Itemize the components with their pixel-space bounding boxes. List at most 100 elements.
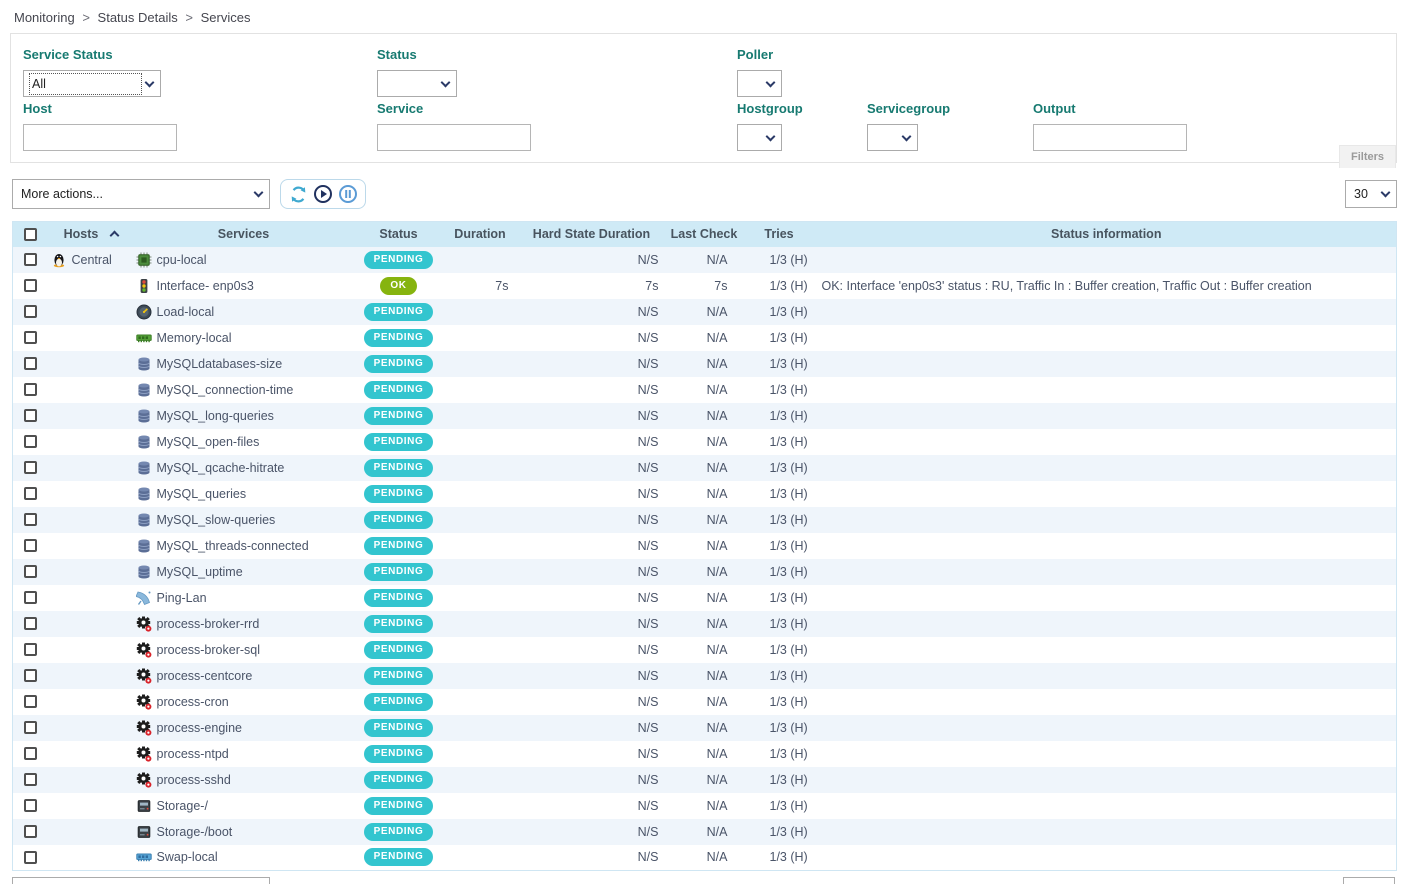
servicegroup-select[interactable] [867, 124, 918, 151]
service-link[interactable]: Storage-/ [157, 799, 208, 813]
hostgroup-select[interactable] [737, 124, 782, 151]
service-link[interactable]: process-broker-rrd [157, 617, 260, 631]
host-cell [49, 455, 134, 481]
column-header-duration[interactable]: Duration [444, 222, 517, 247]
status-information-cell [817, 247, 1397, 273]
row-checkbox[interactable] [24, 279, 37, 292]
refresh-icon[interactable] [288, 184, 308, 204]
row-checkbox-cell [13, 325, 49, 351]
service-link[interactable]: process-broker-sql [157, 643, 261, 657]
service-cell: Load-local [134, 299, 354, 325]
service-cell: process-broker-rrd [134, 611, 354, 637]
row-checkbox[interactable] [24, 825, 37, 838]
status-select[interactable] [377, 70, 457, 97]
row-checkbox[interactable] [24, 435, 37, 448]
service-link[interactable]: MySQL_long-queries [157, 409, 274, 423]
row-checkbox[interactable] [24, 539, 37, 552]
service-link[interactable]: Load-local [157, 305, 215, 319]
tries-cell: 1/3 (H) [742, 819, 817, 845]
hard-state-duration-cell: N/S [517, 351, 667, 377]
bottom-more-actions-select[interactable] [12, 877, 270, 884]
bottom-page-size-select[interactable] [1343, 877, 1395, 884]
row-checkbox[interactable] [24, 331, 37, 344]
filters-button[interactable]: Filters [1339, 145, 1396, 168]
host-cell [49, 559, 134, 585]
select-all-checkbox[interactable] [24, 228, 37, 241]
row-checkbox[interactable] [24, 305, 37, 318]
row-checkbox[interactable] [24, 383, 37, 396]
breadcrumb-monitoring[interactable]: Monitoring [14, 10, 75, 25]
output-input[interactable] [1033, 124, 1187, 151]
database-icon [136, 564, 152, 580]
service-link[interactable]: Ping-Lan [157, 591, 207, 605]
column-header-hard-state-duration[interactable]: Hard State Duration [517, 222, 667, 247]
service-link[interactable]: process-engine [157, 721, 242, 735]
table-row: MySQL_uptimePENDINGN/SN/A1/3 (H) [13, 559, 1397, 585]
service-link[interactable]: MySQL_queries [157, 487, 247, 501]
row-checkbox[interactable] [24, 591, 37, 604]
column-header-last-check[interactable]: Last Check [667, 222, 742, 247]
service-link[interactable]: MySQL_threads-connected [157, 539, 309, 553]
tries-cell: 1/3 (H) [742, 637, 817, 663]
service-link[interactable]: MySQL_connection-time [157, 383, 294, 397]
service-link[interactable]: Storage-/boot [157, 825, 233, 839]
last-check-cell: N/A [667, 533, 742, 559]
row-checkbox[interactable] [24, 253, 37, 266]
service-link[interactable]: MySQL_open-files [157, 435, 260, 449]
poller-select[interactable] [737, 70, 782, 97]
status-badge: PENDING [364, 719, 434, 737]
row-checkbox[interactable] [24, 747, 37, 760]
row-checkbox[interactable] [24, 487, 37, 500]
play-icon[interactable] [313, 184, 333, 204]
service-status-select[interactable]: All [23, 70, 161, 97]
service-link[interactable]: Memory-local [157, 331, 232, 345]
service-cell: MySQL_slow-queries [134, 507, 354, 533]
service-link[interactable]: MySQL_uptime [157, 565, 243, 579]
service-link[interactable]: MySQL_qcache-hitrate [157, 461, 285, 475]
service-cell: MySQL_long-queries [134, 403, 354, 429]
column-header-status[interactable]: Status [354, 222, 444, 247]
row-checkbox[interactable] [24, 643, 37, 656]
duration-cell [444, 845, 517, 871]
row-checkbox[interactable] [24, 617, 37, 630]
column-header-tries[interactable]: Tries [742, 222, 817, 247]
database-icon [136, 460, 152, 476]
row-checkbox[interactable] [24, 799, 37, 812]
service-link[interactable]: MySQLdatabases-size [157, 357, 283, 371]
service-link[interactable]: process-cron [157, 695, 229, 709]
row-checkbox[interactable] [24, 513, 37, 526]
breadcrumb-status-details[interactable]: Status Details [98, 10, 178, 25]
service-link[interactable]: MySQL_slow-queries [157, 513, 276, 527]
service-input[interactable] [377, 124, 531, 151]
status-badge: PENDING [364, 771, 434, 789]
column-header-services[interactable]: Services [134, 222, 354, 247]
row-checkbox[interactable] [24, 695, 37, 708]
row-checkbox[interactable] [24, 461, 37, 474]
column-header-status-information[interactable]: Status information [817, 222, 1397, 247]
row-checkbox[interactable] [24, 669, 37, 682]
service-link[interactable]: Swap-local [157, 850, 218, 864]
column-header-hosts[interactable]: Hosts [49, 222, 134, 247]
pause-icon[interactable] [338, 184, 358, 204]
service-link[interactable]: cpu-local [157, 253, 207, 267]
page-size-select[interactable]: 30 [1345, 180, 1397, 208]
service-link[interactable]: process-centcore [157, 669, 253, 683]
host-cell [49, 481, 134, 507]
host-link[interactable]: Central [72, 253, 112, 267]
row-checkbox[interactable] [24, 409, 37, 422]
host-input[interactable] [23, 124, 177, 151]
row-checkbox[interactable] [24, 773, 37, 786]
row-checkbox[interactable] [24, 565, 37, 578]
service-link[interactable]: Interface- enp0s3 [157, 279, 254, 293]
last-check-cell: N/A [667, 325, 742, 351]
more-actions-select[interactable]: More actions... [12, 179, 270, 209]
toolbar: More actions... [12, 179, 1397, 209]
service-link[interactable]: process-sshd [157, 773, 231, 787]
tries-cell: 1/3 (H) [742, 559, 817, 585]
service-link[interactable]: process-ntpd [157, 747, 229, 761]
chevron-down-icon [254, 188, 264, 198]
status-information-cell [817, 351, 1397, 377]
row-checkbox[interactable] [24, 357, 37, 370]
row-checkbox[interactable] [24, 851, 37, 864]
row-checkbox[interactable] [24, 721, 37, 734]
